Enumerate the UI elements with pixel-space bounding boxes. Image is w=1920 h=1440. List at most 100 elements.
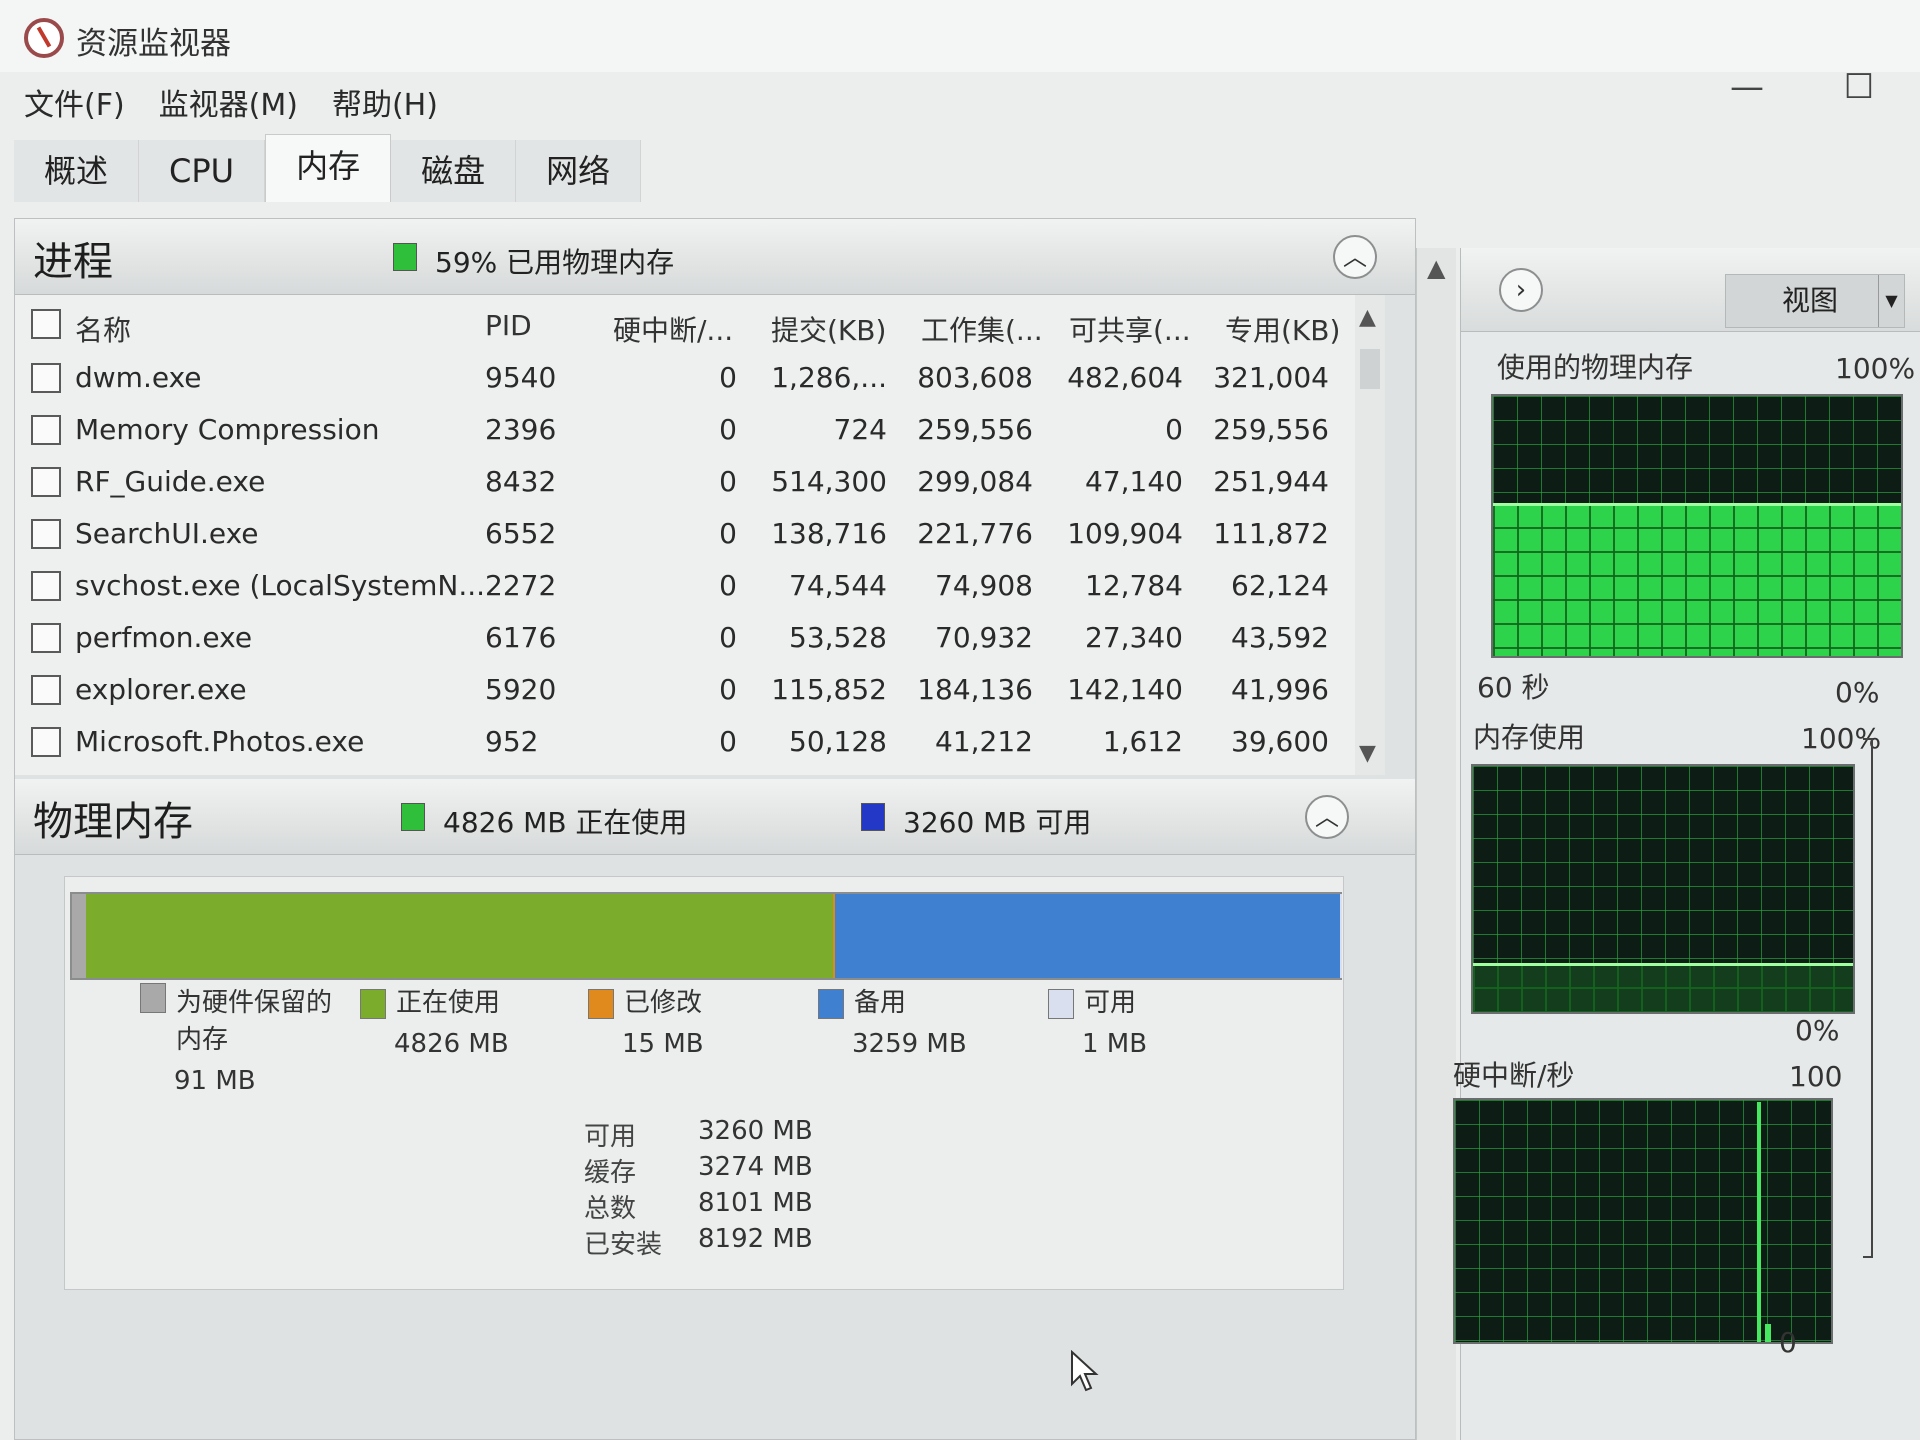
arrow-up-icon[interactable]: ▲ (1427, 254, 1445, 282)
row-checkbox[interactable] (31, 571, 61, 601)
physical-memory-header[interactable]: 物理内存 4826 MB 正在使用 3260 MB 可用 ︿ (15, 779, 1415, 855)
graph2-fill (1473, 962, 1853, 1012)
graph3-max: 100 (1789, 1060, 1843, 1093)
chevron-up-icon[interactable]: ︿ (1305, 795, 1349, 839)
row-checkbox[interactable] (31, 727, 61, 757)
cell-commit: 50,128 (789, 725, 887, 758)
menu-file[interactable]: 文件(F) (24, 78, 125, 134)
row-checkbox[interactable] (31, 675, 61, 705)
modified-swatch (588, 988, 614, 1019)
column-name[interactable]: 名称 (75, 309, 131, 349)
used-physical-memory-summary: 59% 已用物理内存 (435, 246, 675, 279)
cell-shareable: 1,612 (1102, 725, 1183, 758)
graph3-spike (1765, 1324, 1771, 1342)
row-checkbox[interactable] (31, 623, 61, 653)
view-dropdown[interactable]: 视图 ▼ (1725, 274, 1905, 328)
tab-memory[interactable]: 内存 (265, 134, 392, 202)
graphs-toolbar: › 视图 ▼ (1461, 248, 1920, 332)
tab-disk[interactable]: 磁盘 (391, 140, 517, 202)
window-title: 资源监视器 (76, 26, 231, 62)
table-row[interactable]: Memory Compression 2396 0 724 259,556 0 259,55… (15, 405, 1385, 455)
processes-title: 进程 (33, 239, 113, 285)
cell-private: 321,004 (1213, 361, 1329, 394)
row-checkbox[interactable] (31, 415, 61, 445)
bar-segment-in-use (86, 894, 834, 978)
legend-modified-label: 已修改 (624, 988, 703, 1018)
legend-standby-value: 3259 MB (852, 1029, 967, 1059)
cell-commit: 1,286,... (771, 361, 887, 394)
minimize-button[interactable]: — (1720, 62, 1774, 112)
arrow-down-icon[interactable]: ▼ (1359, 741, 1376, 766)
cell-name: dwm.exe (75, 361, 202, 394)
tab-overview[interactable]: 概述 (14, 140, 140, 202)
maximize-button[interactable]: ☐ (1832, 62, 1886, 112)
bar-segment-standby (835, 894, 1340, 978)
cell-name: explorer.exe (75, 673, 247, 706)
cell-commit: 74,544 (789, 569, 887, 602)
cell-shareable: 109,904 (1067, 517, 1183, 550)
bar-segment-reserved (72, 894, 87, 978)
scroll-thumb[interactable] (1360, 349, 1380, 389)
tab-cpu[interactable]: CPU (139, 140, 266, 202)
memory-summary: 可用 3260 MB 缓存 3274 MB 总数 8101 MB 已安装 8192 MB (584, 1116, 813, 1260)
cell-hard-faults: 0 (719, 569, 737, 602)
column-working-set[interactable]: 工作集(... (921, 309, 1043, 349)
cell-working-set: 74,908 (935, 569, 1033, 602)
cell-commit: 53,528 (789, 621, 887, 654)
row-checkbox[interactable] (31, 467, 61, 497)
column-hard-faults[interactable]: 硬中断/... (613, 309, 733, 349)
cell-shareable: 142,140 (1067, 673, 1183, 706)
cell-shareable: 47,140 (1085, 465, 1183, 498)
graph1-fill (1493, 502, 1901, 656)
column-commit[interactable]: 提交(KB) (771, 309, 886, 349)
cell-pid: 8432 (485, 465, 557, 498)
resource-monitor-app-icon (24, 18, 64, 58)
table-row[interactable]: perfmon.exe 6176 0 53,528 70,932 27,340 43,592 (15, 613, 1385, 663)
legend-in-use: 正在使用 4826 MB (360, 982, 509, 1059)
process-table: 名称 PID 硬中断/... 提交(KB) 工作集(... 可共享(... 专用… (15, 295, 1385, 775)
table-row[interactable]: svchost.exe (LocalSystemN... 2272 0 74,544 7… (15, 561, 1385, 611)
legend-reserved-value: 91 MB (174, 1066, 256, 1096)
chevron-up-icon[interactable]: ︿ (1333, 235, 1377, 279)
select-all-checkbox[interactable] (31, 309, 61, 339)
summary-installed-label: 已安装 (584, 1230, 663, 1260)
cell-pid: 6552 (485, 517, 557, 550)
chevron-down-icon[interactable]: ▼ (1878, 275, 1904, 327)
table-row[interactable]: dwm.exe 9540 0 1,286,... 803,608 482,604 321,0… (15, 353, 1385, 403)
cell-commit: 115,852 (771, 673, 887, 706)
table-row[interactable]: RF_Guide.exe 8432 0 514,300 299,084 47,140 251… (15, 457, 1385, 507)
menu-help[interactable]: 帮助(H) (332, 78, 438, 134)
tab-network[interactable]: 网络 (516, 140, 642, 202)
memory-usage-graph (1471, 764, 1855, 1014)
graph2-title: 内存使用 (1473, 721, 1586, 754)
row-checkbox[interactable] (31, 519, 61, 549)
table-row[interactable]: Microsoft.Photos.exe 952 0 50,128 41,212 1,61… (15, 717, 1385, 767)
column-private[interactable]: 专用(KB) (1225, 309, 1340, 349)
graph1-min: 0% (1835, 676, 1880, 709)
cell-working-set: 259,556 (917, 413, 1033, 446)
row-checkbox[interactable] (31, 363, 61, 393)
cell-working-set: 803,608 (917, 361, 1033, 394)
graphs-panel: › 视图 ▼ 使用的物理内存 100% 60 秒 0% 内存使用 100% 0%… (1453, 248, 1920, 1440)
cell-private: 259,556 (1213, 413, 1329, 446)
column-pid[interactable]: PID (485, 309, 532, 342)
cell-private: 41,996 (1231, 673, 1329, 706)
panel-splitter-scrollbar[interactable]: ▲ (1416, 248, 1456, 1440)
summary-available-value: 3260 MB (698, 1116, 813, 1146)
cell-hard-faults: 0 (719, 465, 737, 498)
menu-bar: 文件(F) 监视器(M) 帮助(H) (0, 78, 438, 134)
table-row[interactable]: SearchUI.exe 6552 0 138,716 221,776 109,904 11… (15, 509, 1385, 559)
summary-installed-value: 8192 MB (698, 1224, 813, 1254)
column-shareable[interactable]: 可共享(... (1069, 309, 1191, 349)
arrow-up-icon[interactable]: ▲ (1359, 305, 1376, 330)
cell-hard-faults: 0 (719, 621, 737, 654)
process-scrollbar[interactable]: ▲ ▼ (1355, 295, 1385, 775)
cell-name: SearchUI.exe (75, 517, 259, 550)
graph1-duration: 60 秒 (1477, 671, 1550, 704)
table-row[interactable]: explorer.exe 5920 0 115,852 184,136 142,140 41… (15, 665, 1385, 715)
cell-hard-faults: 0 (719, 517, 737, 550)
legend-free-value: 1 MB (1082, 1029, 1148, 1059)
processes-header[interactable]: 进程 59% 已用物理内存 ︿ (15, 219, 1415, 295)
chevron-right-icon[interactable]: › (1499, 268, 1543, 312)
menu-monitor[interactable]: 监视器(M) (159, 78, 298, 134)
